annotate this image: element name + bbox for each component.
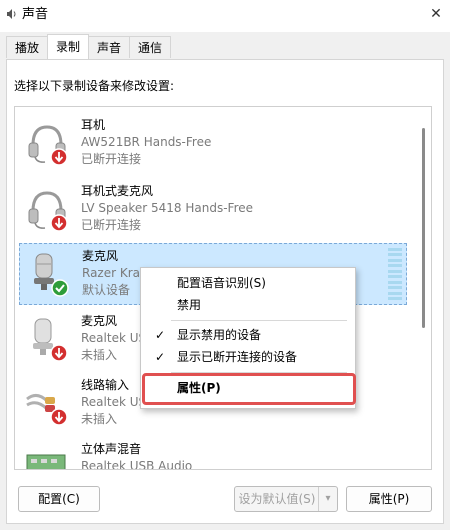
device-description: Realtek US — [81, 331, 147, 345]
device-name: 立体声混音 — [81, 442, 142, 456]
list-scrollbar[interactable] — [418, 108, 430, 468]
menu-separator — [171, 320, 347, 321]
menu-separator — [171, 372, 347, 373]
device-description: AW521BR Hands-Free — [81, 135, 212, 149]
menu-item-label: 属性(P) — [177, 381, 221, 395]
properties-button[interactable]: 属性(P) — [346, 486, 432, 512]
tab-sounds[interactable]: 声音 — [88, 36, 131, 58]
device-name: 麦克风 — [82, 249, 119, 263]
menu-item-label: 禁用 — [177, 298, 202, 312]
tab-strip: 播放 录制 声音 通信 — [6, 34, 172, 60]
configure-button[interactable]: 配置(C) — [18, 486, 100, 512]
tab-communications[interactable]: 通信 — [129, 36, 172, 58]
default-check-badge — [51, 279, 69, 297]
check-icon: ✓ — [155, 350, 166, 364]
level-meter — [388, 248, 402, 300]
list-item[interactable]: 耳机 AW521BR Hands-Free 已断开连接 — [19, 113, 407, 175]
line-in-icon — [26, 394, 68, 426]
set-default-button[interactable]: 设为默认值(S) ▾ — [234, 486, 338, 512]
scroll-thumb[interactable] — [422, 128, 425, 328]
stereo-mix-icon — [26, 454, 66, 469]
window-title: 声音 — [22, 7, 49, 22]
menu-item-show-disconnected[interactable]: ✓ 显示已断开连接的设备 — [145, 346, 351, 368]
list-item[interactable]: 耳机式麦克风 LV Speaker 5418 Hands-Free 已断开连接 — [19, 179, 407, 241]
microphone-icon — [34, 253, 69, 297]
menu-item-label: 配置语音识别(S) — [177, 276, 266, 290]
microphone-icon — [33, 318, 68, 362]
menu-item-disable[interactable]: 禁用 — [145, 294, 351, 316]
device-status: 未插入 — [81, 348, 118, 362]
headset-icon — [28, 191, 68, 232]
list-item[interactable]: 立体声混音 Realtek USB Audio — [19, 437, 407, 470]
tab-playback[interactable]: 播放 — [6, 36, 49, 58]
check-icon: ✓ — [155, 328, 166, 342]
context-menu: 配置语音识别(S) 禁用 ✓ 显示禁用的设备 ✓ 显示已断开连接的设备 属性(P… — [140, 267, 356, 409]
title-bar: 声音 ✕ — [0, 0, 450, 32]
device-name: 耳机 — [81, 118, 106, 132]
device-description: LV Speaker 5418 Hands-Free — [81, 201, 254, 215]
device-name: 耳机式麦克风 — [81, 184, 154, 198]
menu-item-label: 显示已断开连接的设备 — [177, 350, 298, 364]
close-icon: ✕ — [430, 6, 442, 22]
device-status: 未插入 — [81, 412, 118, 426]
headset-icon — [28, 125, 68, 166]
set-default-label: 设为默认值(S) — [238, 492, 316, 506]
instruction-text: 选择以下录制设备来修改设置: — [14, 79, 175, 93]
menu-item-configure-speech[interactable]: 配置语音识别(S) — [145, 272, 351, 294]
device-description: Razer Kra — [82, 266, 141, 280]
device-name: 线路输入 — [81, 378, 130, 392]
chevron-down-icon[interactable]: ▾ — [318, 487, 337, 511]
device-name: 麦克风 — [81, 314, 118, 328]
device-description: Realtek US — [81, 395, 147, 409]
device-status: 默认设备 — [82, 283, 131, 297]
speaker-icon — [7, 9, 16, 19]
menu-item-label: 显示禁用的设备 — [177, 328, 262, 342]
device-description: Realtek USB Audio — [81, 459, 193, 470]
menu-item-show-disabled[interactable]: ✓ 显示禁用的设备 — [145, 324, 351, 346]
tab-recording[interactable]: 录制 — [47, 34, 90, 59]
device-status: 已断开连接 — [81, 152, 142, 166]
close-button[interactable]: ✕ — [422, 0, 450, 28]
device-status: 已断开连接 — [81, 218, 142, 232]
sound-dialog: 声音 ✕ 播放 录制 声音 通信 选择以下录制设备来修改设置: 耳机 AW521… — [0, 0, 450, 530]
menu-item-properties[interactable]: 属性(P) — [145, 377, 351, 399]
